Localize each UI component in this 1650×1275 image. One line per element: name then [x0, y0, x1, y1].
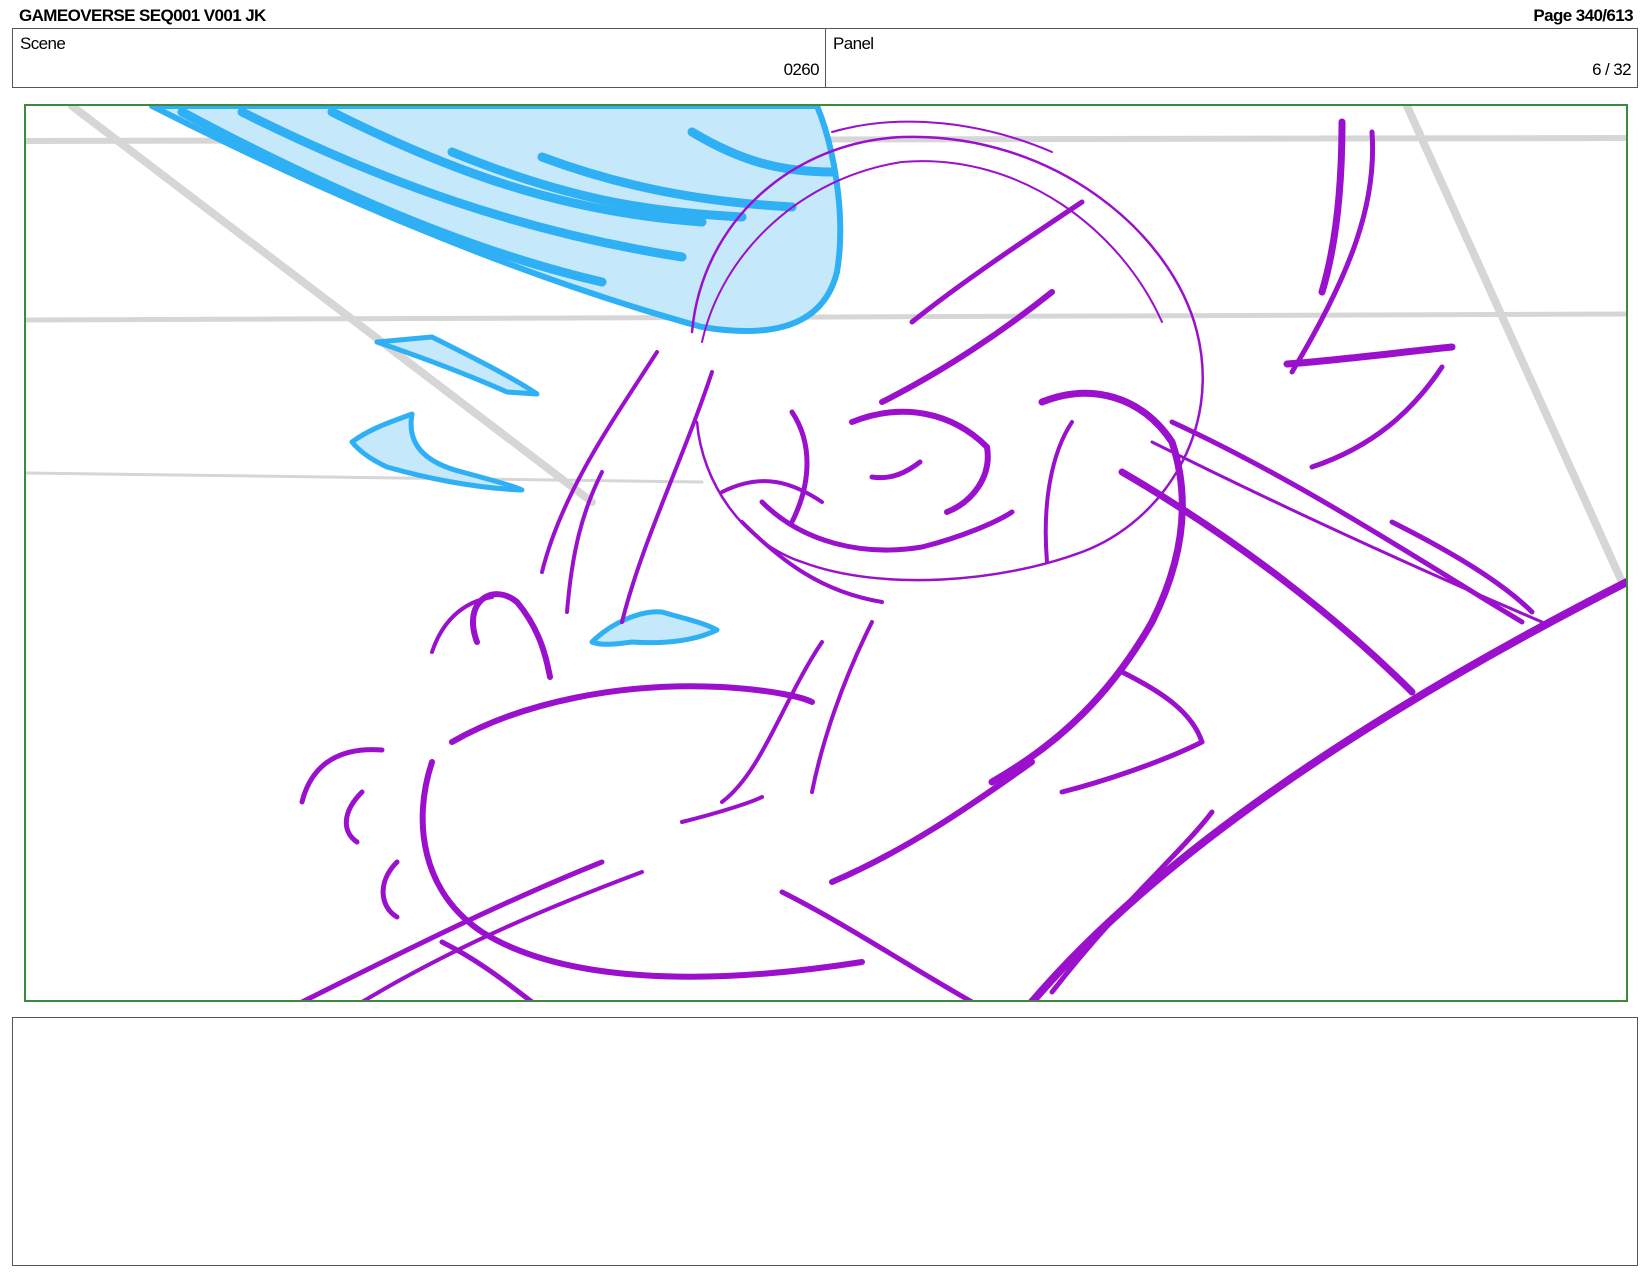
panel-label: Panel — [833, 34, 874, 53]
scene-panel-info: Scene 0260 Panel 6 / 32 — [12, 28, 1638, 88]
page-number: Page 340/613 — [1533, 6, 1633, 25]
panel-notes-box — [12, 1017, 1638, 1266]
document-title: GAMEOVERSE SEQ001 V001 JK — [19, 6, 266, 25]
scene-value: 0260 — [783, 60, 820, 79]
scene-label: Scene — [20, 34, 66, 53]
sketch-drawing — [26, 106, 1626, 1000]
panel-cell: Panel 6 / 32 — [826, 29, 1637, 87]
scene-cell: Scene 0260 — [13, 29, 826, 87]
effect-strokes — [149, 106, 844, 647]
storyboard-panel-image — [24, 104, 1628, 1002]
panel-value: 6 / 32 — [1592, 60, 1632, 79]
